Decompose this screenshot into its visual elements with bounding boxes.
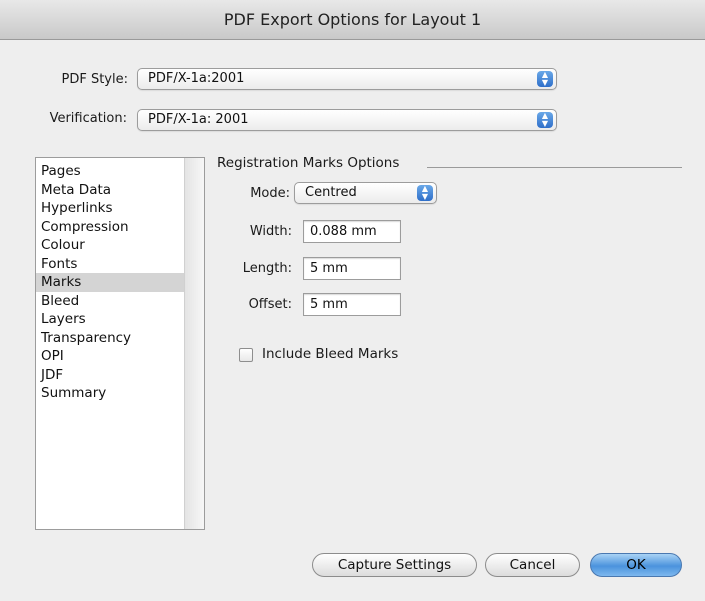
category-item-pages[interactable]: Pages [36, 162, 185, 181]
pdf-style-label: PDF Style: [61, 72, 129, 87]
category-item-fonts[interactable]: Fonts [36, 255, 185, 274]
category-item-marks[interactable]: Marks [36, 273, 185, 292]
category-item-bleed[interactable]: Bleed [36, 292, 185, 311]
popup-arrows-icon: ▲ ▼ [537, 112, 553, 128]
offset-field[interactable]: 5 mm [303, 293, 401, 316]
category-list[interactable]: Pages Meta Data Hyperlinks Compression C… [35, 157, 205, 530]
mode-value: Centred [305, 185, 357, 200]
length-field[interactable]: 5 mm [303, 257, 401, 280]
cancel-button[interactable]: Cancel [485, 553, 580, 577]
category-item-jdf[interactable]: JDF [36, 366, 185, 385]
verification-select[interactable]: PDF/X-1a: 2001 ▲ ▼ [137, 109, 557, 131]
category-item-opi[interactable]: OPI [36, 347, 185, 366]
capture-settings-button[interactable]: Capture Settings [312, 553, 477, 577]
category-item-compression[interactable]: Compression [36, 218, 185, 237]
length-label: Length: [242, 261, 292, 276]
category-item-transparency[interactable]: Transparency [36, 329, 185, 348]
category-item-layers[interactable]: Layers [36, 310, 185, 329]
width-label: Width: [249, 224, 292, 239]
category-item-meta-data[interactable]: Meta Data [36, 181, 185, 200]
category-item-hyperlinks[interactable]: Hyperlinks [36, 199, 185, 218]
category-item-colour[interactable]: Colour [36, 236, 185, 255]
verification-label: Verification: [49, 111, 127, 126]
mode-label: Mode: [250, 186, 290, 201]
verification-value: PDF/X-1a: 2001 [148, 112, 249, 127]
width-field[interactable]: 0.088 mm [303, 220, 401, 243]
include-bleed-label[interactable]: Include Bleed Marks [262, 346, 398, 362]
pdf-style-select[interactable]: PDF/X-1a:2001 ▲ ▼ [137, 68, 557, 90]
category-item-summary[interactable]: Summary [36, 384, 185, 403]
list-scrollbar[interactable] [184, 158, 204, 529]
popup-arrows-icon: ▲ ▼ [417, 185, 433, 201]
popup-arrows-icon: ▲ ▼ [537, 71, 553, 87]
window-title: PDF Export Options for Layout 1 [0, 0, 705, 40]
group-divider [427, 167, 682, 168]
ok-button[interactable]: OK [590, 553, 682, 577]
group-title: Registration Marks Options [217, 155, 400, 171]
pdf-style-value: PDF/X-1a:2001 [148, 71, 245, 86]
offset-label: Offset: [248, 297, 292, 312]
include-bleed-checkbox[interactable] [239, 348, 253, 362]
mode-select[interactable]: Centred ▲ ▼ [294, 182, 437, 204]
